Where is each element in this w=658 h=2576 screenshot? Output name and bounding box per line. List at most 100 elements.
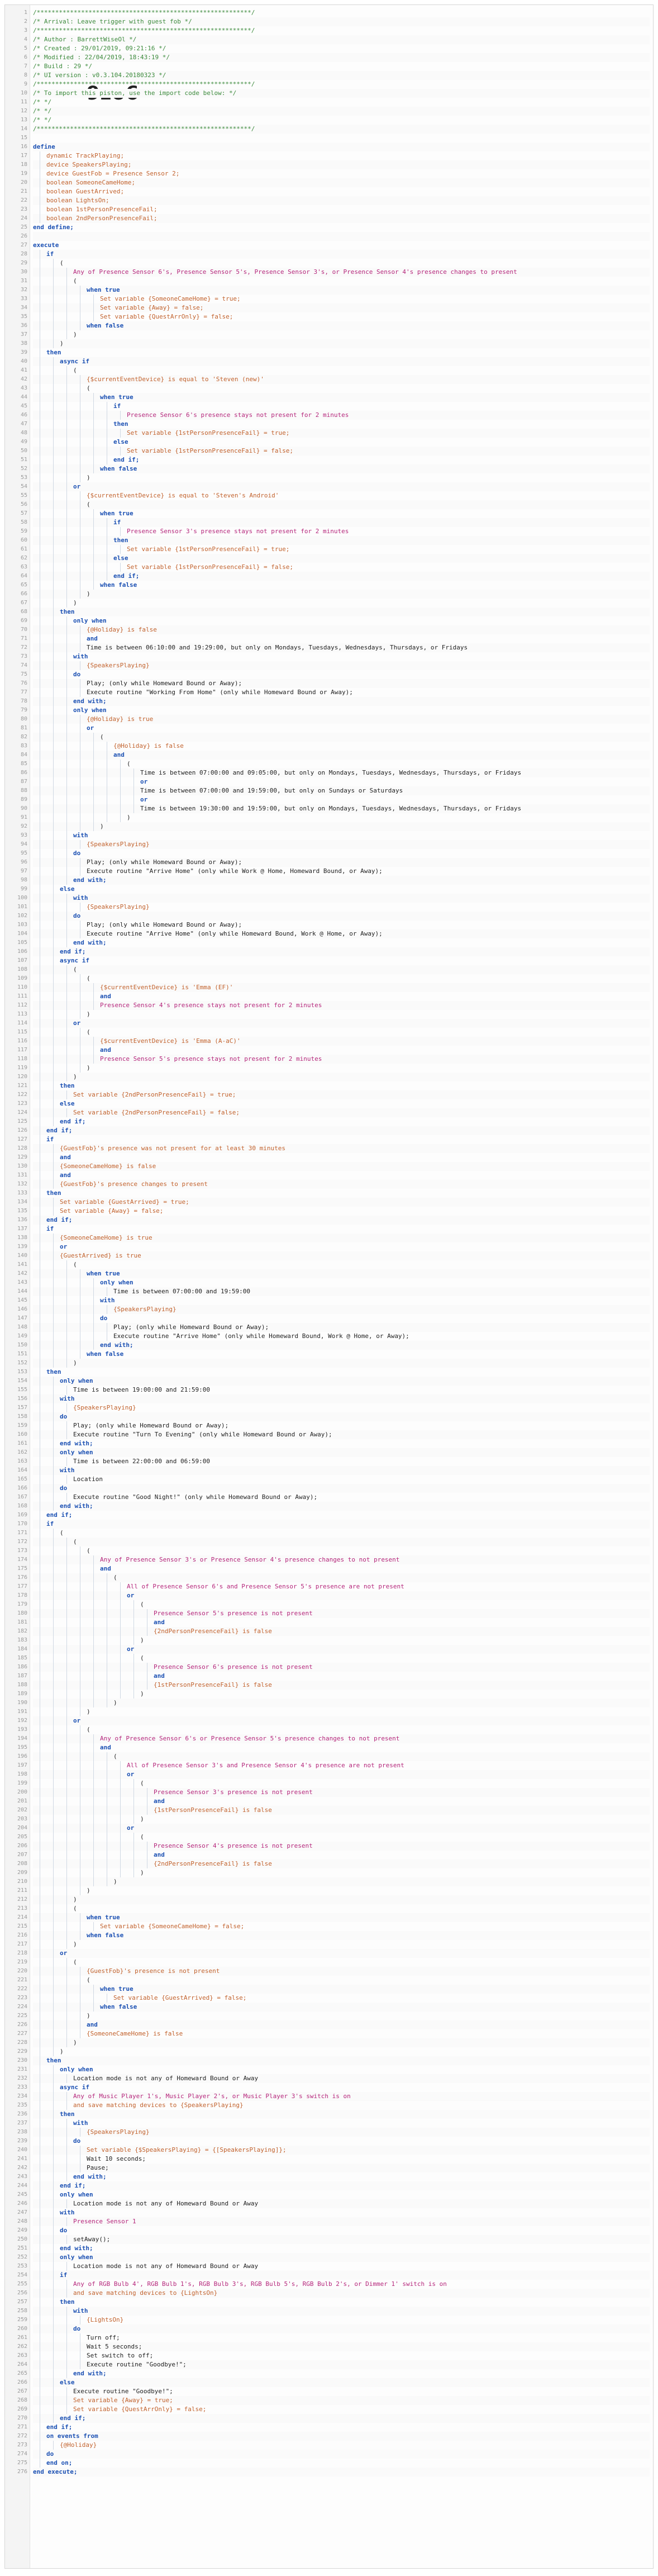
code-line[interactable]: ) (33, 1064, 650, 1073)
code-line[interactable]: with (33, 2307, 650, 2316)
code-line[interactable]: boolean GuestArrived; (33, 187, 650, 196)
code-line[interactable]: if (33, 1135, 650, 1144)
code-line[interactable]: Set variable {Away} = true; (33, 2396, 650, 2405)
code-line[interactable]: {1stPersonPresenceFail} is false (33, 1681, 650, 1690)
code-line[interactable]: do (33, 2450, 650, 2459)
code-line[interactable]: ) (33, 1010, 650, 1019)
code-line[interactable]: ) (33, 1707, 650, 1716)
code-line[interactable]: Presence Sensor 3's presence is not pres… (33, 1788, 650, 1797)
code-line[interactable]: and save matching devices to {LightsOn} (33, 2289, 650, 2298)
code-line[interactable]: or (33, 724, 650, 733)
code-line[interactable]: ( (33, 1779, 650, 1788)
code-line[interactable]: Wait 10 seconds; (33, 2155, 650, 2164)
code-line[interactable]: {$currentEventDevice} is equal to 'Steve… (33, 375, 650, 384)
code-line[interactable]: with (33, 2119, 650, 2128)
code-line[interactable]: Execute routine "Arrive Home" (only whil… (33, 1332, 650, 1341)
code-line[interactable]: when false (33, 2003, 650, 2012)
code-line[interactable]: device GuestFob = Presence Sensor 2; (33, 169, 650, 178)
code-line[interactable]: when true (33, 286, 650, 295)
code-line[interactable]: dynamic TrackPlaying; (33, 151, 650, 160)
code-line[interactable]: or (33, 1770, 650, 1779)
code-line[interactable]: and (33, 992, 650, 1001)
code-line[interactable]: boolean 1stPersonPresenceFail; (33, 205, 650, 214)
code-line[interactable]: Time is between 06:10:00 and 19:29:00, b… (33, 643, 650, 652)
code-line[interactable]: ) (33, 1359, 650, 1368)
code-line[interactable]: ( (33, 1976, 650, 1985)
code-line[interactable]: async if (33, 357, 650, 366)
code-line[interactable]: Execute routine "Turn To Evening" (only … (33, 1430, 650, 1439)
code-line[interactable]: /***************************************… (33, 125, 650, 134)
code-line[interactable]: end if; (33, 947, 650, 956)
code-line[interactable]: else (33, 885, 650, 894)
code-line[interactable]: end execute; (33, 2468, 650, 2477)
code-line[interactable]: ( (33, 1600, 650, 1609)
code-line[interactable]: only when (33, 1448, 650, 1457)
code-line[interactable]: with (33, 1466, 650, 1475)
code-line[interactable]: or (33, 1019, 650, 1028)
code-line[interactable]: if (33, 1520, 650, 1529)
code-line[interactable]: do (33, 1314, 650, 1323)
code-line[interactable]: Set variable {GuestArrived} = false; (33, 1994, 650, 2003)
code-line[interactable]: else (33, 1099, 650, 1108)
code-line[interactable]: when false (33, 321, 650, 330)
code-line[interactable]: {SomeoneCameHome} is false (33, 2029, 650, 2038)
code-line[interactable]: async if (33, 2083, 650, 2092)
code-line[interactable]: then (33, 2298, 650, 2307)
code-line[interactable]: do (33, 849, 650, 858)
code-line[interactable]: then (33, 348, 650, 357)
code-line[interactable]: Time is between 19:30:00 and 19:59:00, b… (33, 804, 650, 813)
code-line[interactable]: end if; (33, 1117, 650, 1126)
code-line[interactable]: ) (33, 1699, 650, 1707)
code-line[interactable]: or (33, 777, 650, 786)
code-line[interactable]: end on; (33, 2459, 650, 2468)
code-line[interactable]: ( (33, 1538, 650, 1546)
code-line[interactable]: Set variable {1stPersonPresenceFail} = t… (33, 429, 650, 438)
code-line[interactable]: {SpeakersPlaying} (33, 661, 650, 670)
code-line[interactable]: then (33, 2110, 650, 2119)
code-line[interactable]: {$currentEventDevice} is 'Emma (A-aC)' (33, 1037, 650, 1046)
code-line[interactable]: with (33, 894, 650, 903)
code-line[interactable]: with (33, 652, 650, 661)
code-line[interactable]: ( (33, 277, 650, 286)
code-line[interactable]: Set variable {Away} = false; (33, 303, 650, 312)
code-line[interactable]: and (33, 1046, 650, 1055)
code-line[interactable]: ( (33, 384, 650, 393)
code-line[interactable]: Execute routine "Arrive Home" (only whil… (33, 867, 650, 876)
code-line[interactable]: {$currentEventDevice} is 'Emma (EF)' (33, 983, 650, 992)
code-line[interactable]: device SpeakersPlaying; (33, 160, 650, 169)
code-line[interactable]: end if; (33, 2181, 650, 2190)
code-line[interactable]: /* */ (33, 98, 650, 107)
code-line[interactable]: ) (33, 330, 650, 339)
code-line[interactable]: with (33, 1296, 650, 1305)
code-line[interactable]: then (33, 420, 650, 429)
code-line[interactable]: /* Author : BarrettWiseOl */ (33, 35, 650, 44)
code-line[interactable]: do (33, 1484, 650, 1493)
code-line[interactable]: do (33, 2226, 650, 2235)
code-line[interactable]: {$currentEventDevice} is equal to 'Steve… (33, 491, 650, 500)
code-line[interactable]: ( (33, 760, 650, 768)
code-line[interactable]: when false (33, 464, 650, 473)
code-line[interactable]: ( (33, 965, 650, 974)
code-line[interactable]: ( (33, 733, 650, 742)
code-line[interactable]: and (33, 1672, 650, 1681)
code-line[interactable]: or (33, 1591, 650, 1600)
code-line[interactable]: ) (33, 2038, 650, 2047)
code-line[interactable]: only when (33, 2065, 650, 2074)
code-line[interactable]: end define; (33, 223, 650, 232)
code-line[interactable]: Play; (only while Homeward Bound or Away… (33, 1323, 650, 1332)
code-line[interactable]: ( (33, 974, 650, 983)
code-line[interactable]: /* Modified : 22/04/2019, 18:43:19 */ (33, 53, 650, 62)
code-line[interactable]: {SpeakersPlaying} (33, 903, 650, 912)
code-line[interactable]: Any of Presence Sensor 3's or Presence S… (33, 1555, 650, 1564)
code-line[interactable]: ) (33, 1815, 650, 1824)
code-line[interactable]: {1stPersonPresenceFail} is false (33, 1806, 650, 1815)
code-line[interactable]: if (33, 2271, 650, 2280)
code-line[interactable]: end if; (33, 572, 650, 581)
code-line[interactable]: only when (33, 1278, 650, 1287)
code-line[interactable]: Set variable {GuestArrived} = true; (33, 1198, 650, 1207)
code-line[interactable]: {SomeoneCameHome} is false (33, 1162, 650, 1171)
code-line[interactable]: end with; (33, 2172, 650, 2181)
code-line[interactable]: ) (33, 1886, 650, 1895)
code-line[interactable]: and (33, 2020, 650, 2029)
code-line[interactable]: or (33, 1824, 650, 1833)
